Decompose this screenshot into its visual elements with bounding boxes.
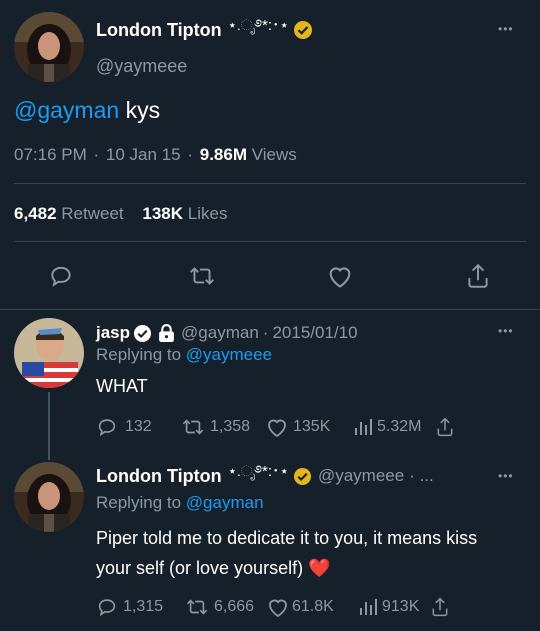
- share-icon[interactable]: [435, 416, 455, 438]
- like-count: 61.8K: [292, 598, 334, 615]
- meta-separator: ·: [187, 145, 193, 164]
- author-name-row: London Tipton ⋆.ೃ࿔*:･⋆: [96, 17, 313, 41]
- views-count: 5.32M: [377, 418, 422, 435]
- retweet-count: 6,666: [214, 598, 255, 615]
- heart-icon[interactable]: [266, 596, 290, 618]
- like-count: 135K: [293, 418, 331, 435]
- verified-badge-icon: [293, 467, 312, 486]
- retweets-count[interactable]: 6,482: [14, 204, 57, 223]
- reply-count: 132: [125, 418, 152, 435]
- reply-count: 1,315: [123, 598, 164, 615]
- meta-separator: ·: [93, 145, 100, 164]
- views-count: 913K: [382, 598, 420, 615]
- avatar-image: [14, 318, 84, 388]
- reply-action-bar: 132 1,358 135K 5.32M: [96, 416, 455, 438]
- heart-emoji: ❤️: [308, 558, 331, 578]
- tweet-text: @gayman kys: [14, 97, 160, 124]
- verified-badge-icon: [133, 324, 152, 343]
- mention-link[interactable]: @gayman: [14, 97, 119, 123]
- lock-icon: [158, 323, 175, 343]
- author-display-name[interactable]: jasp: [96, 323, 130, 343]
- tweet-date: 10 Jan 15: [105, 145, 181, 164]
- likes-count[interactable]: 138K: [142, 204, 183, 223]
- retweet-icon[interactable]: [185, 596, 209, 618]
- avatar[interactable]: [14, 318, 84, 388]
- author-display-name[interactable]: London Tipton: [96, 466, 222, 487]
- more-options-icon[interactable]: •••: [498, 324, 514, 338]
- replying-to: Replying to @gayman: [96, 493, 264, 513]
- replying-to-handle[interactable]: @yaymeee: [186, 345, 272, 364]
- verified-badge-icon: [293, 20, 313, 40]
- divider: [14, 183, 526, 184]
- tweet-date: 2015/01/10: [272, 323, 358, 342]
- avatar-image: [14, 462, 84, 532]
- divider: [0, 309, 540, 310]
- author-name-decoration: ⋆.ೃ࿔*:･⋆: [227, 17, 289, 34]
- reply-header: jasp @gayman · 2015/01/10: [96, 322, 358, 344]
- reply-icon[interactable]: [96, 416, 118, 438]
- author-display-name[interactable]: London Tipton: [96, 20, 222, 41]
- views-count: 9.86M: [199, 145, 247, 164]
- replying-to-label: Replying to: [96, 493, 182, 512]
- tweet-body-text: Piper told me to dedicate it to you, it …: [96, 528, 478, 578]
- reply-action-bar: 1,315 6,666 61.8K 913K: [96, 596, 450, 618]
- tweet-body: Piper told me to dedicate it to you, it …: [96, 523, 506, 583]
- avatar[interactable]: [14, 462, 84, 532]
- views-chart-icon[interactable]: [353, 417, 373, 437]
- engagement-stats: 6,482 Retweet 138K Likes: [14, 204, 227, 224]
- heart-icon[interactable]: [265, 416, 289, 438]
- tweet-time: 07:16 PM: [14, 145, 87, 164]
- share-icon[interactable]: [465, 262, 491, 290]
- date-truncated: · ...: [409, 466, 434, 485]
- reply-header: London Tipton ⋆.ೃ࿔*:･⋆ @yaymeee · ...: [96, 463, 434, 487]
- replying-to-handle[interactable]: @gayman: [186, 493, 264, 512]
- avatar-image: [14, 12, 84, 82]
- avatar[interactable]: [14, 12, 84, 82]
- reply-icon[interactable]: [96, 596, 118, 618]
- tweet-body-text: kys: [125, 97, 161, 123]
- retweet-icon[interactable]: [188, 263, 216, 289]
- tweet-meta: 07:16 PM · 10 Jan 15 · 9.86M Views: [14, 145, 297, 165]
- retweet-icon[interactable]: [181, 416, 205, 438]
- retweet-count: 1,358: [210, 418, 251, 435]
- heart-icon[interactable]: [326, 263, 354, 289]
- replying-to-label: Replying to: [96, 345, 182, 364]
- likes-label[interactable]: Likes: [188, 204, 228, 223]
- more-options-icon[interactable]: •••: [498, 469, 514, 483]
- tweet-body-text: WHAT: [96, 376, 148, 396]
- author-handle[interactable]: @yaymeee: [96, 56, 187, 77]
- views-chart-icon[interactable]: [358, 597, 378, 617]
- author-name-decoration: ⋆.ೃ࿔*:･⋆: [227, 463, 289, 480]
- thread-line: [48, 392, 50, 460]
- views-label: Views: [251, 145, 297, 164]
- author-handle[interactable]: @yaymeee: [318, 466, 404, 486]
- more-options-icon[interactable]: •••: [498, 22, 514, 36]
- reply-icon[interactable]: [48, 263, 74, 289]
- meta-separator: ·: [262, 323, 269, 342]
- retweets-label[interactable]: Retweet: [61, 204, 123, 223]
- divider: [14, 241, 526, 242]
- replying-to: Replying to @yaymeee: [96, 345, 272, 365]
- share-icon[interactable]: [430, 596, 450, 618]
- author-handle[interactable]: @gayman: [181, 323, 259, 343]
